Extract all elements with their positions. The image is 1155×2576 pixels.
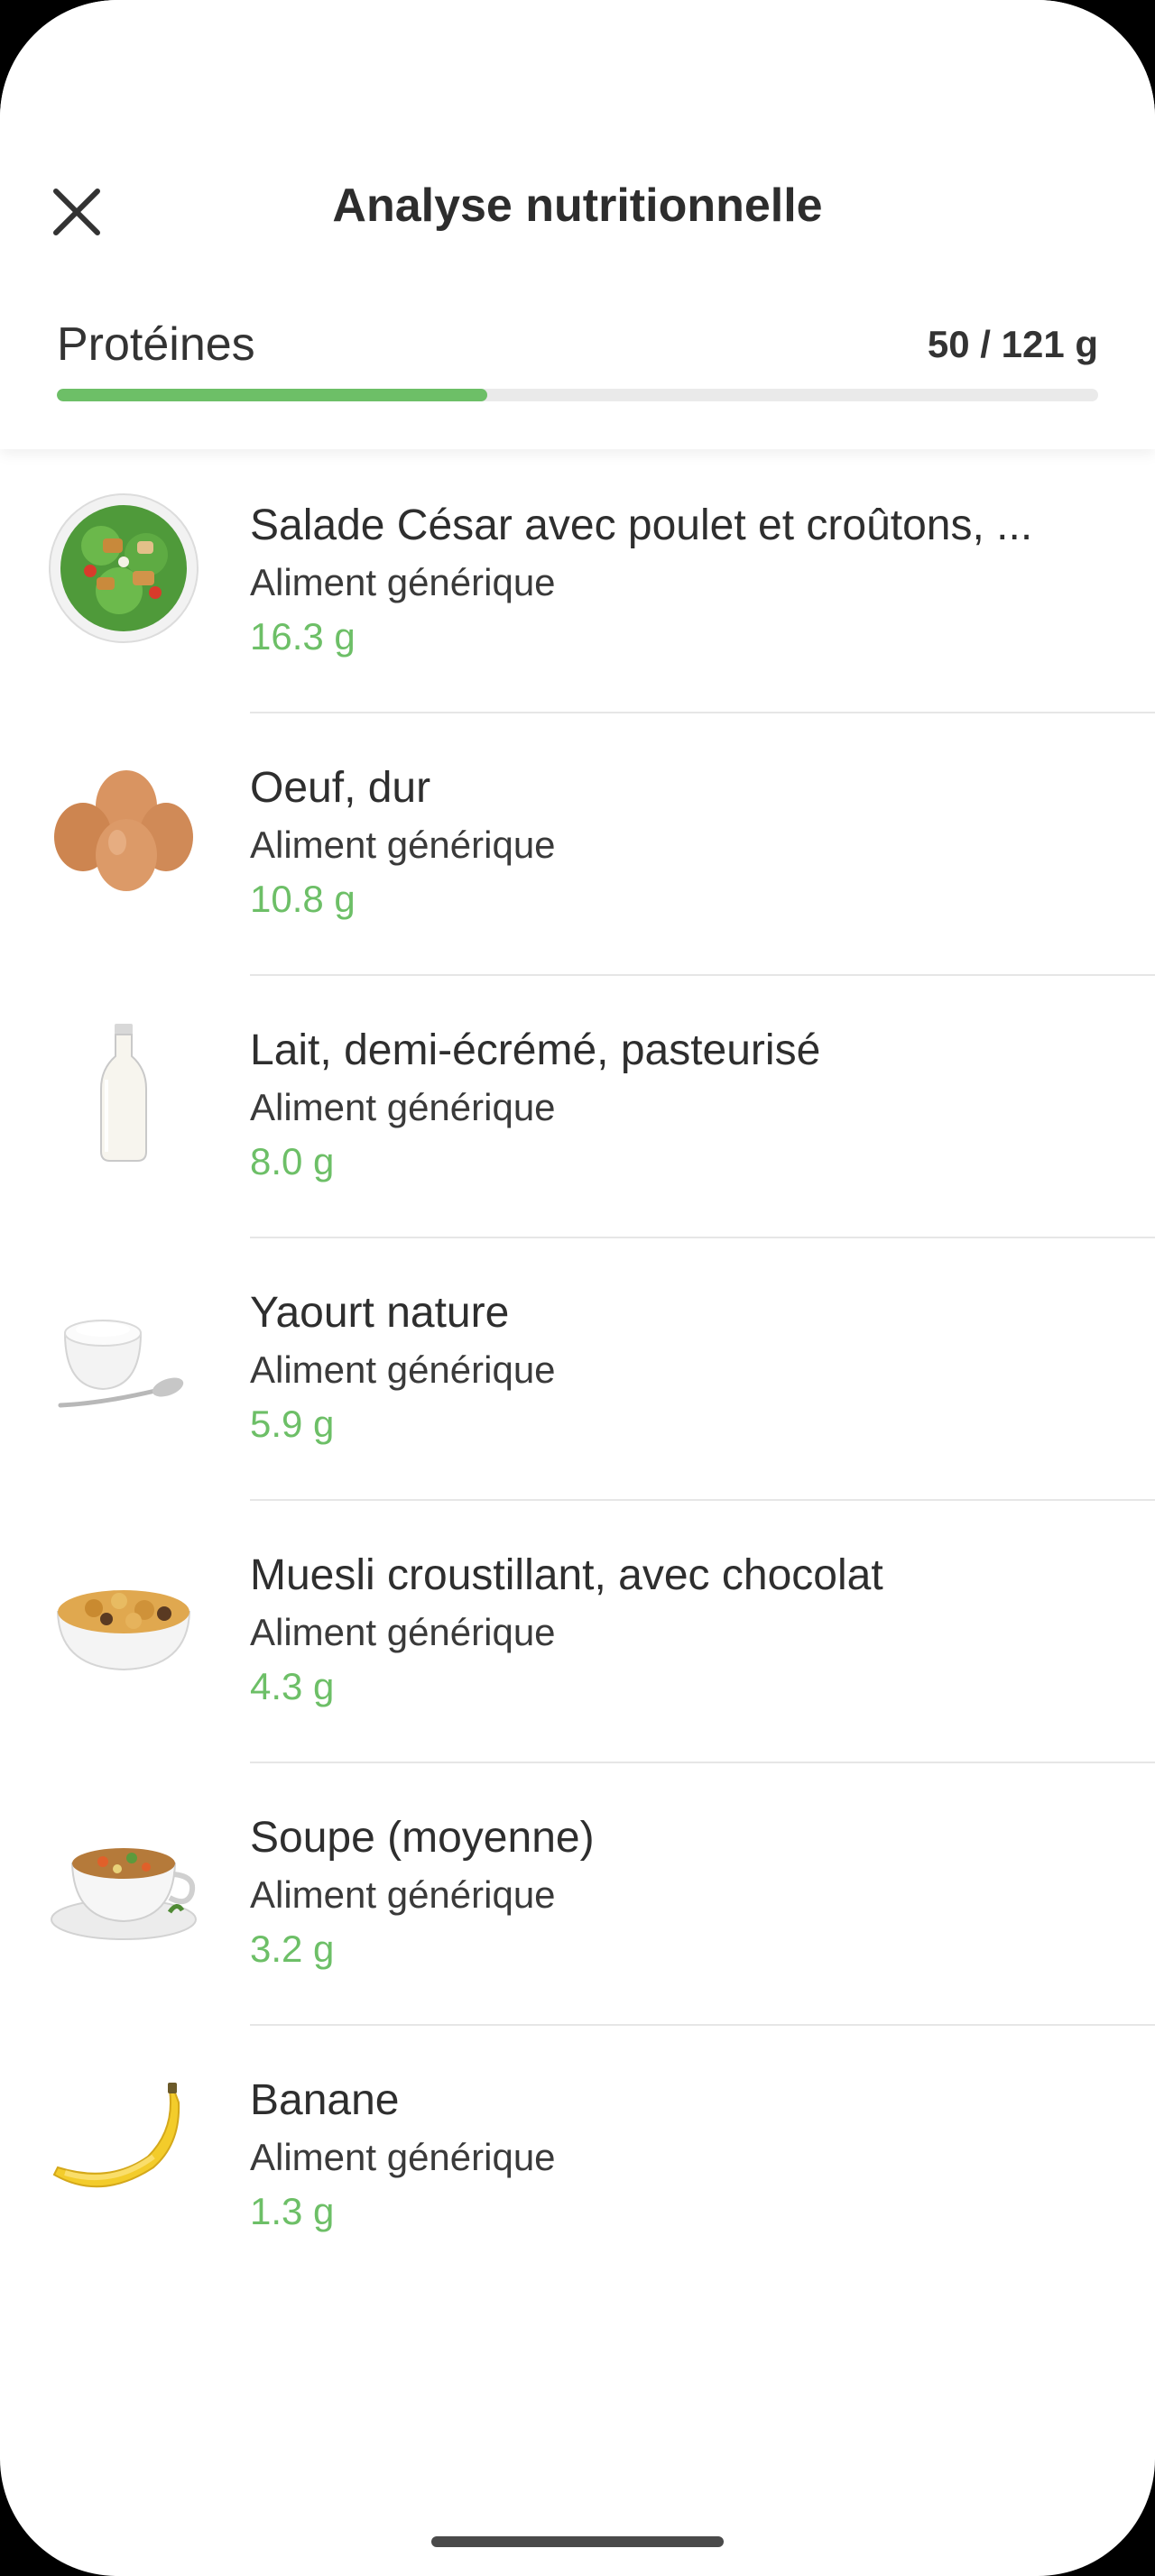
list-item[interactable]: Banane Aliment générique 1.3 g (0, 2026, 1155, 2288)
food-list: Salade César avec poulet et croûtons, ..… (0, 451, 1155, 2288)
food-amount: 8.0 g (250, 1140, 335, 1182)
list-item[interactable]: Soupe (moyenne) Aliment générique 3.2 g (0, 1763, 1155, 2026)
home-indicator[interactable] (431, 2536, 724, 2547)
food-amount: 3.2 g (250, 1927, 335, 1970)
food-amount: 4.3 g (250, 1665, 335, 1707)
food-name: Oeuf, dur (250, 764, 431, 812)
caesar-salad-image (49, 493, 199, 643)
list-item[interactable]: Oeuf, dur Aliment générique 10.8 g (0, 713, 1155, 976)
food-subtitle: Aliment générique (250, 823, 556, 866)
muesli-bowl-image (56, 1590, 191, 1671)
food-name: Salade César avec poulet et croûtons, ..… (250, 501, 1033, 549)
milk-bottle-image (100, 1024, 147, 1162)
nutrient-progress-fill (57, 389, 487, 401)
food-name: Lait, demi-écrémé, pasteurisé (250, 1026, 821, 1074)
list-item[interactable]: Yaourt nature Aliment générique 5.9 g (0, 1238, 1155, 1501)
food-name: Soupe (moyenne) (250, 1814, 595, 1862)
list-item[interactable]: Muesli croustillant, avec chocolat Alime… (0, 1501, 1155, 1763)
nutrient-label: Protéines (57, 318, 255, 371)
food-subtitle: Aliment générique (250, 2136, 556, 2178)
banana-image (52, 2083, 180, 2188)
page-title: Analyse nutritionnelle (332, 179, 823, 232)
list-item[interactable]: Lait, demi-écrémé, pasteurisé Aliment gé… (0, 976, 1155, 1238)
food-name: Banane (250, 2076, 400, 2124)
food-amount: 5.9 g (250, 1403, 335, 1445)
yogurt-image (58, 1320, 184, 1408)
header: Analyse nutritionnelle Protéines 50 / 12… (0, 0, 1155, 449)
list-item[interactable]: Salade César avec poulet et croûtons, ..… (0, 451, 1155, 713)
food-subtitle: Aliment générique (250, 561, 556, 603)
food-name: Muesli croustillant, avec chocolat (250, 1551, 883, 1599)
food-subtitle: Aliment générique (250, 1611, 556, 1653)
food-amount: 10.8 g (250, 878, 356, 920)
eggs-image (54, 770, 193, 891)
screen: Analyse nutritionnelle Protéines 50 / 12… (0, 0, 1155, 2576)
nutrient-value: 50 / 121 g (927, 323, 1098, 365)
food-name: Yaourt nature (250, 1289, 510, 1337)
food-subtitle: Aliment générique (250, 1873, 556, 1916)
food-subtitle: Aliment générique (250, 1348, 556, 1391)
soup-image (51, 1848, 197, 1940)
food-subtitle: Aliment générique (250, 1086, 556, 1128)
food-amount: 16.3 g (250, 615, 356, 658)
nutrient-progress-bar (57, 389, 1098, 401)
food-amount: 1.3 g (250, 2190, 335, 2232)
